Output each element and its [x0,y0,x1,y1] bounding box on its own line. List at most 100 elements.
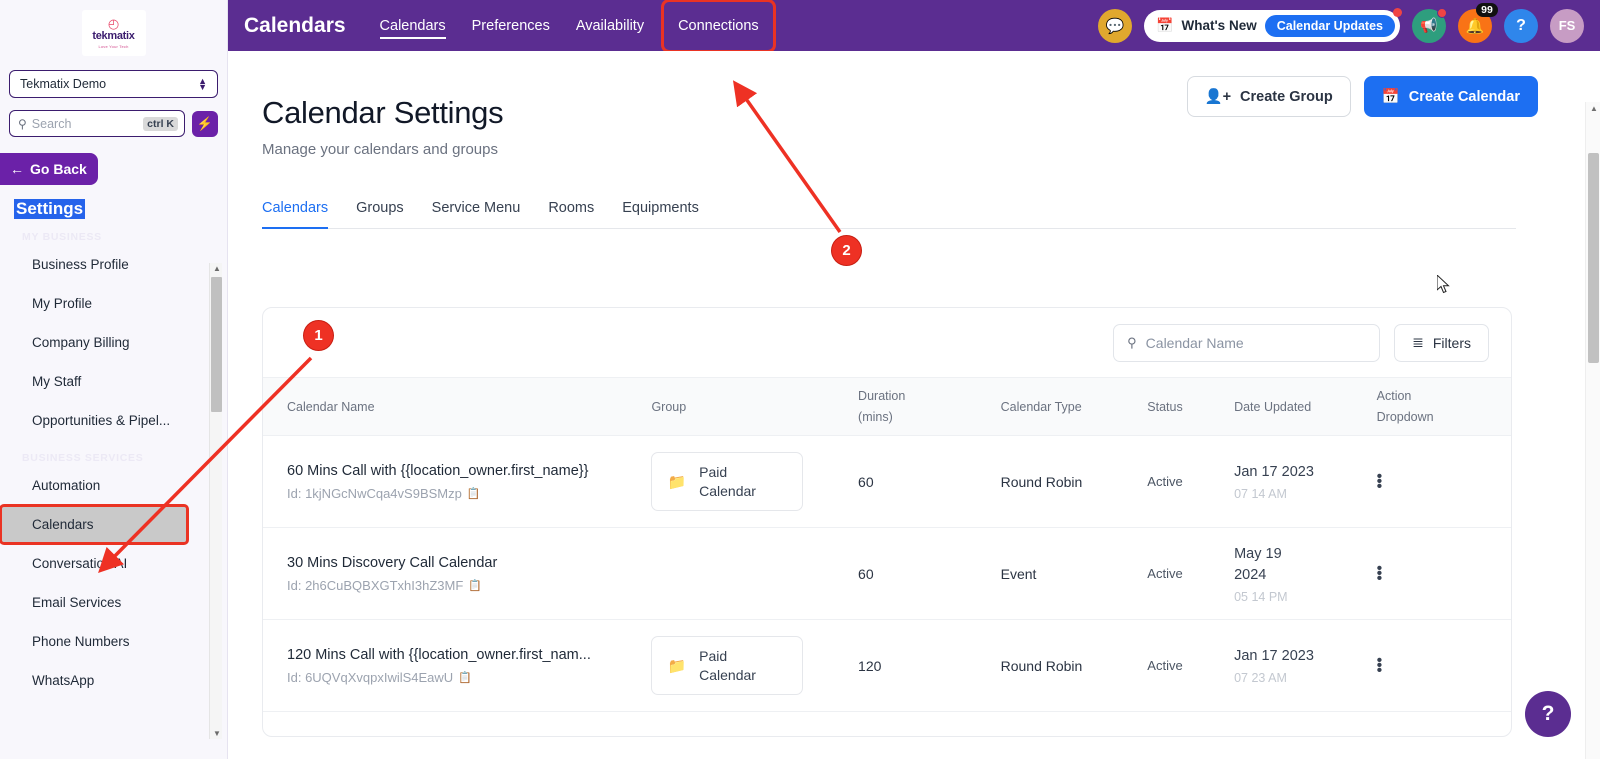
sidebar-item-label: Business Profile [32,257,129,272]
scroll-up-icon[interactable]: ▲ [1590,104,1598,113]
column-date-updated[interactable]: Date Updated [1234,378,1377,436]
main-scrollbar[interactable]: ▲ ▼ [1585,102,1600,759]
cell-group [651,711,859,736]
question-mark-icon[interactable]: ? [1504,8,1538,43]
create-group-button[interactable]: 👤+ Create Group [1186,76,1351,117]
location-select[interactable]: Tekmatix Demo ▲ ▼ [9,70,218,98]
sidebar-item-email-services[interactable]: Email Services [0,583,227,622]
cell-duration: 60 [858,435,1001,528]
column-calendar-type[interactable]: Calendar Type [1001,378,1148,436]
tab-label: Service Menu [431,200,521,216]
whats-new-banner[interactable]: 📅 What's New Calendar Updates [1144,7,1402,42]
bell-icon[interactable]: 🔔 99 [1458,2,1498,43]
sidebar-item-calendars[interactable]: Calendars [0,504,189,545]
sidebar-item-label: My Profile [32,296,93,311]
sidebar-item-whatsapp[interactable]: WhatsApp [0,661,227,700]
avatar[interactable]: FS [1550,8,1584,43]
column-duration[interactable]: Duration (mins) [858,378,1001,436]
annotation-marker-2: 2 [832,236,861,265]
logo[interactable]: ◴ tekmatix Love Your Tech [0,0,227,56]
filters-button[interactable]: ≣ Filters [1394,323,1489,362]
megaphone-icon[interactable]: 📢 [1412,7,1447,43]
calendar-name-text: 60 Mins Call with {{location_owner.first… [287,462,589,479]
logo-text: tekmatix [92,30,135,42]
row-actions-menu-icon[interactable]: • • • [1377,469,1511,495]
mouse-cursor [1437,275,1450,294]
column-status[interactable]: Status [1147,378,1234,436]
tab-service-menu[interactable]: Service Menu [418,192,535,228]
topbar-tab-calendars[interactable]: Calendars [368,4,458,47]
cell-action: • • • [1376,619,1511,712]
tab-label: Calendars [262,200,329,216]
sidebar-scrollbar[interactable]: ▲ ▼ [209,263,222,739]
status-badge: Active [1147,566,1183,581]
help-floating-button[interactable]: ? [1525,691,1571,737]
table-row[interactable]: 120 Mins Call with {{location_owner.firs… [263,619,1511,712]
cell-calendar-name[interactable]: 30 Mins Discovery Call Calendar Id: 2h6C… [263,527,652,620]
cell-calendar-name[interactable]: Free 15 Mins Strategy Call [263,711,652,736]
group-chip[interactable]: 📁 Paid Calendar [651,452,804,511]
calendar-updates-pill[interactable]: Calendar Updates [1264,14,1395,37]
cell-calendar-name[interactable]: 120 Mins Call with {{location_owner.firs… [263,619,652,712]
sidebar-item-label: Calendars [32,517,94,532]
scroll-down-icon[interactable]: ▼ [213,729,221,738]
copy-icon[interactable]: 📋 [458,671,472,684]
table-row[interactable]: 30 Mins Discovery Call Calendar Id: 2h6C… [263,527,1511,620]
table-row[interactable]: 60 Mins Call with {{location_owner.first… [263,435,1511,528]
tab-calendars[interactable]: Calendars [262,192,342,229]
sidebar-item-opportunities-pipelines[interactable]: Opportunities & Pipel... [0,401,227,440]
column-calendar-name[interactable]: Calendar Name [263,378,651,436]
column-duration-unit: (mins) [858,410,893,424]
content-tabs: Calendars Groups Service Menu Rooms Equi… [262,192,1516,229]
sidebar-item-label: WhatsApp [32,673,95,688]
calendar-id: Id: 6UQVqXvqpxIwilS4EawU 📋 [287,670,651,685]
main-scrollbar-thumb[interactable] [1588,153,1599,363]
cell-duration [858,711,1001,736]
topbar-nav: Calendars Preferences Availability Conne… [368,0,776,53]
sidebar-item-conversation-ai[interactable]: Conversation AI [0,544,227,583]
go-back-button[interactable]: ← Go Back [0,153,98,185]
chat-bubble-icon[interactable]: 💬 [1098,8,1133,43]
create-calendar-button[interactable]: 📅 Create Calendar [1363,76,1538,117]
column-group[interactable]: Group [651,378,858,436]
sidebar-item-business-profile[interactable]: Business Profile [0,245,227,284]
folder-icon: 📁 [667,657,687,675]
copy-icon[interactable]: 📋 [468,579,482,592]
row-actions-menu-icon[interactable]: • • • [1377,653,1511,679]
annotation-marker-1: 1 [304,321,333,350]
sidebar: ◴ tekmatix Love Your Tech Tekmatix Demo … [0,0,228,759]
column-action-dropdown[interactable]: Action Dropdown [1377,378,1511,436]
table-toolbar: ⚲ Calendar Name ≣ Filters [263,308,1511,377]
folder-icon: 📁 [667,473,687,491]
sidebar-item-company-billing[interactable]: Company Billing [0,323,227,362]
cell-calendar-name[interactable]: 60 Mins Call with {{location_owner.first… [263,435,652,528]
topbar-title: Calendars [244,13,346,37]
topbar-tab-availability[interactable]: Availability [564,4,656,47]
table-row[interactable]: Free 15 Mins Strategy Call Active Jan 17… [263,711,1511,736]
notification-dot-icon [1437,7,1447,18]
scroll-up-icon[interactable]: ▲ [213,264,221,273]
tab-rooms[interactable]: Rooms [534,192,608,228]
filter-icon: ≣ [1412,334,1424,350]
tab-groups[interactable]: Groups [342,192,418,228]
copy-icon[interactable]: 📋 [467,487,481,500]
topbar-tab-connections[interactable]: Connections [661,0,776,53]
avatar-initials: FS [1558,18,1576,33]
sidebar-item-automation[interactable]: Automation [0,466,227,505]
cell-status: Active [1147,711,1235,736]
calendar-name-text: 30 Mins Discovery Call Calendar [287,554,498,571]
tab-equipments[interactable]: Equipments [608,192,713,228]
sidebar-item-my-profile[interactable]: My Profile [0,284,227,323]
calendar-name-search-input[interactable]: ⚲ Calendar Name [1113,323,1381,362]
quick-action-button[interactable]: ⚡ [192,110,218,137]
sidebar-item-phone-numbers[interactable]: Phone Numbers [0,622,227,661]
search-input[interactable]: ⚲ Search ctrl K [9,110,185,137]
cell-group: 📁 Paid Calendar [651,435,859,528]
group-chip[interactable]: 📁 Paid Calendar [651,636,804,695]
row-actions-menu-icon[interactable]: • • • [1377,561,1511,587]
sidebar-scrollbar-thumb[interactable] [211,277,222,412]
sidebar-item-my-staff[interactable]: My Staff [0,362,227,401]
topbar-tab-preferences[interactable]: Preferences [460,4,562,47]
user-plus-icon: 👤+ [1204,89,1232,105]
sidebar-item-label: Opportunities & Pipel... [32,413,171,428]
